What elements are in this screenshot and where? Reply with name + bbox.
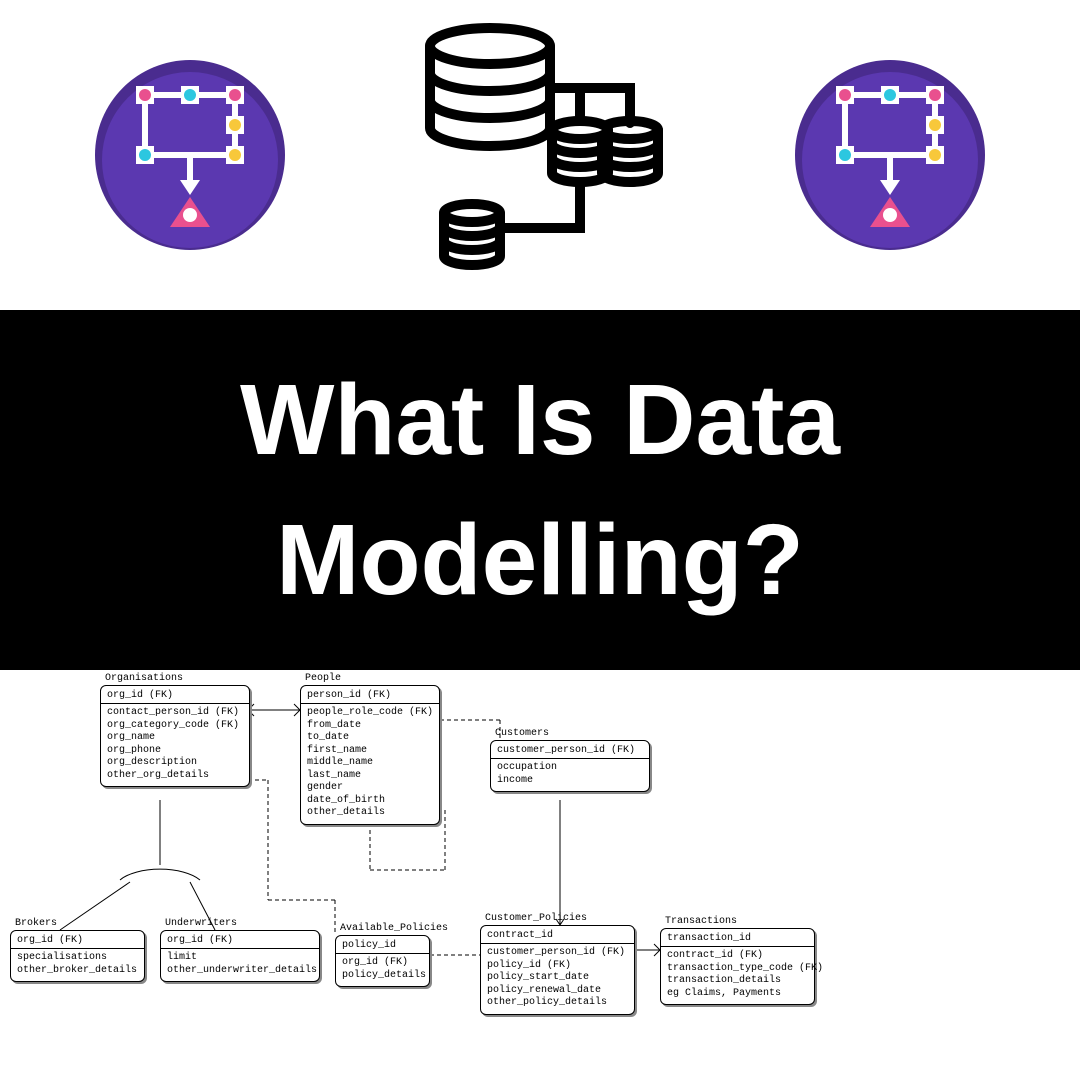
entity-title: Brokers: [15, 918, 57, 929]
entity-fields: customer_person_id (FK)policy_id (FK)pol…: [481, 944, 634, 1014]
entity-field: customer_person_id (FK): [487, 947, 628, 960]
title-band: What Is Data Modelling?: [0, 310, 1080, 670]
top-icon-band: [0, 0, 1080, 310]
entity-field: last_name: [307, 770, 433, 783]
entity-field: other_policy_details: [487, 997, 628, 1010]
entity-field: from_date: [307, 720, 433, 733]
entity-field: policy_renewal_date: [487, 985, 628, 998]
entity-people: People person_id (FK) people_role_code (…: [300, 685, 440, 825]
entity-field: org_phone: [107, 745, 243, 758]
entity-field: limit: [167, 952, 313, 965]
entity-field: eg Claims, Payments: [667, 988, 808, 1001]
entity-field: other_org_details: [107, 770, 243, 783]
entity-field: org_description: [107, 757, 243, 770]
entity-field: other_details: [307, 807, 433, 820]
entity-field: contact_person_id (FK): [107, 707, 243, 720]
entity-field: middle_name: [307, 757, 433, 770]
entity-field: other_underwriter_details: [167, 965, 313, 978]
database-network-icon: [390, 18, 690, 293]
entity-customer-policies: Customer_Policies contract_id customer_p…: [480, 925, 635, 1015]
entity-pk: org_id (FK): [11, 931, 144, 949]
entity-title: Customer_Policies: [485, 913, 587, 924]
entity-fields: org_id (FK)policy_details: [336, 954, 429, 986]
entity-title: Transactions: [665, 916, 737, 927]
entity-fields: specialisationsother_broker_details: [11, 949, 144, 981]
entity-pk: org_id (FK): [161, 931, 319, 949]
entity-field: gender: [307, 782, 433, 795]
entity-fields: limitother_underwriter_details: [161, 949, 319, 981]
entity-field: org_id (FK): [342, 957, 423, 970]
entity-field: policy_start_date: [487, 972, 628, 985]
entity-organisations: Organisations org_id (FK) contact_person…: [100, 685, 250, 787]
entity-field: other_broker_details: [17, 965, 138, 978]
entity-fields: occupationincome: [491, 759, 649, 791]
entity-field: people_role_code (FK): [307, 707, 433, 720]
flowchart-badge-left: [90, 55, 290, 255]
entity-field: policy_id (FK): [487, 960, 628, 973]
entity-transactions: Transactions transaction_id contract_id …: [660, 928, 815, 1005]
entity-title: Available_Policies: [340, 923, 448, 934]
entity-field: first_name: [307, 745, 433, 758]
entity-brokers: Brokers org_id (FK) specialisationsother…: [10, 930, 145, 982]
entity-field: policy_details: [342, 970, 423, 983]
entity-field: date_of_birth: [307, 795, 433, 808]
entity-field: specialisations: [17, 952, 138, 965]
entity-field: transaction_type_code (FK): [667, 963, 808, 976]
entity-field: transaction_details: [667, 975, 808, 988]
entity-pk: person_id (FK): [301, 686, 439, 704]
entity-fields: people_role_code (FK)from_dateto_datefir…: [301, 704, 439, 824]
entity-underwriters: Underwriters org_id (FK) limitother_unde…: [160, 930, 320, 982]
entity-pk: transaction_id: [661, 929, 814, 947]
entity-field: org_category_code (FK): [107, 720, 243, 733]
entity-pk: customer_person_id (FK): [491, 741, 649, 759]
entity-title: Underwriters: [165, 918, 237, 929]
entity-pk: policy_id: [336, 936, 429, 954]
entity-field: income: [497, 775, 643, 788]
entity-field: occupation: [497, 762, 643, 775]
entity-title: Organisations: [105, 673, 183, 684]
entity-available-policies: Available_Policies policy_id org_id (FK)…: [335, 935, 430, 987]
entity-title: People: [305, 673, 341, 684]
entity-title: Customers: [495, 728, 549, 739]
flowchart-badge-right: [790, 55, 990, 255]
entity-pk: contract_id: [481, 926, 634, 944]
entity-field: org_name: [107, 732, 243, 745]
entity-field: contract_id (FK): [667, 950, 808, 963]
entity-fields: contact_person_id (FK)org_category_code …: [101, 704, 249, 786]
er-diagram: Organisations org_id (FK) contact_person…: [0, 670, 1080, 1080]
entity-customers: Customers customer_person_id (FK) occupa…: [490, 740, 650, 792]
entity-pk: org_id (FK): [101, 686, 249, 704]
entity-field: to_date: [307, 732, 433, 745]
page-title: What Is Data Modelling?: [20, 350, 1060, 630]
entity-fields: contract_id (FK)transaction_type_code (F…: [661, 947, 814, 1004]
